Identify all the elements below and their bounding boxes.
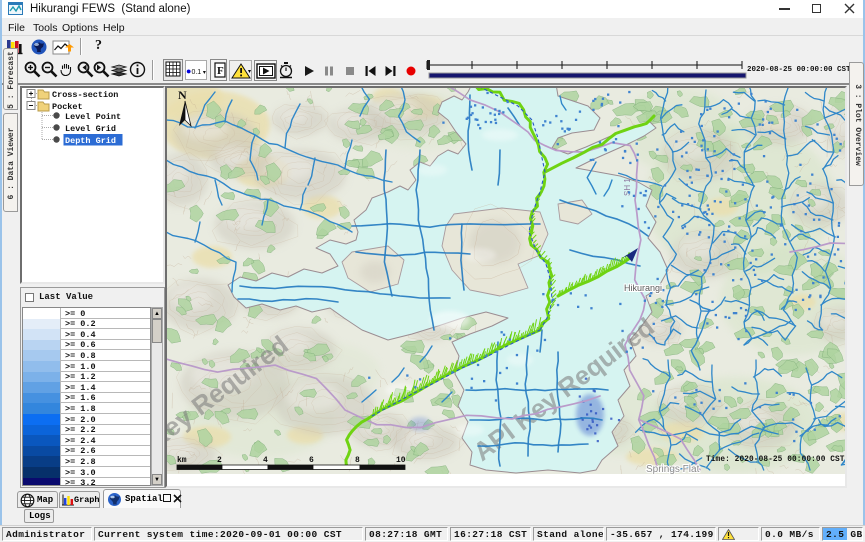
svg-text:km: km: [177, 456, 187, 465]
svg-text:Springs Flat: Springs Flat: [646, 464, 700, 475]
svg-text:Level Grid: Level Grid: [65, 124, 116, 134]
svg-text:6: 6: [309, 456, 314, 465]
svg-text:Time: 2020-08-25 00:00:00 CST: Time: 2020-08-25 00:00:00 CST: [706, 456, 845, 464]
svg-text:Level Point: Level Point: [65, 112, 121, 122]
svg-text:SH 1: SH 1: [623, 178, 632, 196]
svg-text:N: N: [178, 88, 187, 102]
svg-text:2: 2: [217, 456, 222, 465]
svg-text:8: 8: [355, 456, 360, 465]
svg-text:10: 10: [396, 456, 406, 465]
svg-text:Cross-section: Cross-section: [52, 90, 118, 100]
svg-text:4: 4: [263, 456, 268, 465]
svg-text:Hikurangi: Hikurangi: [624, 283, 662, 293]
svg-text:Depth Grid: Depth Grid: [65, 136, 116, 146]
svg-text:Pocket: Pocket: [52, 102, 83, 112]
